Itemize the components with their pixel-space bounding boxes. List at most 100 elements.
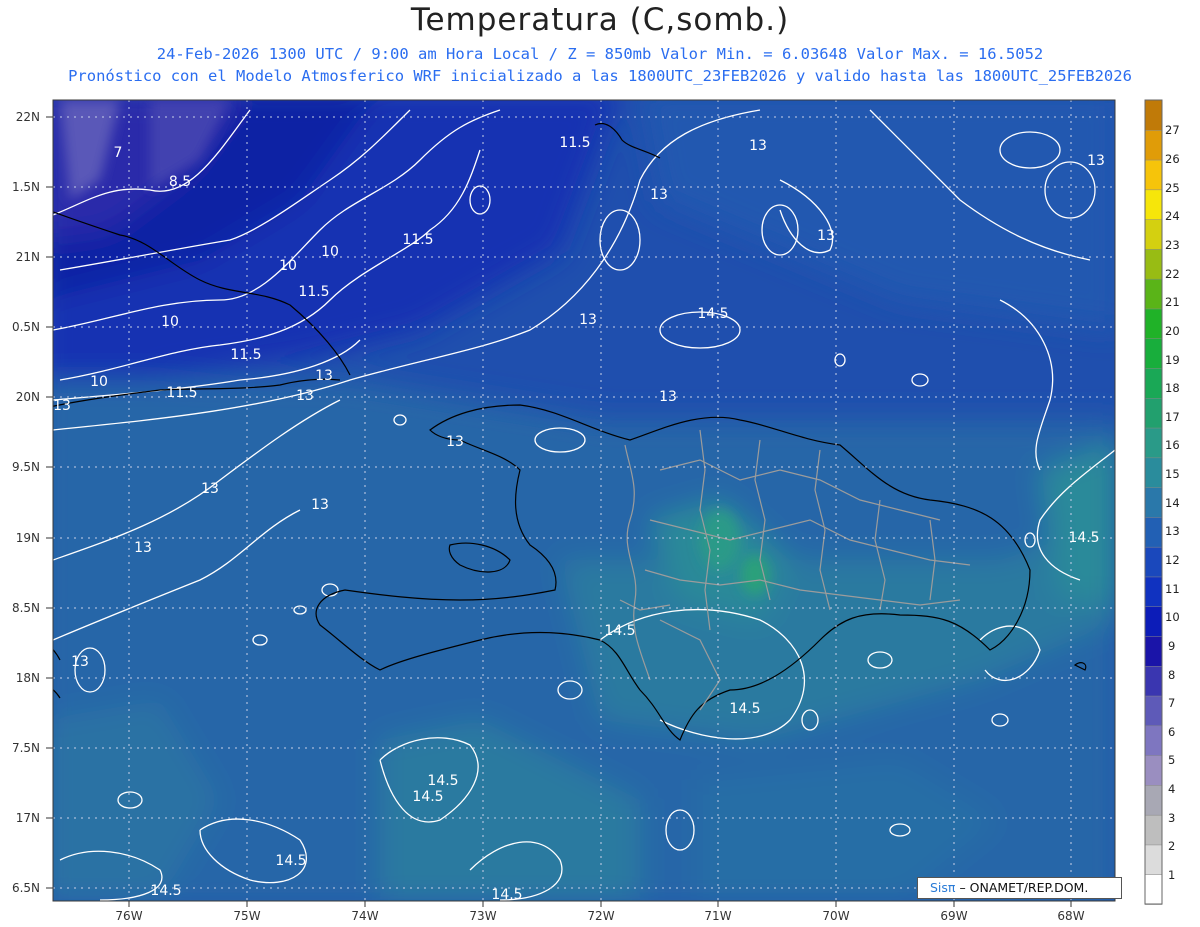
lat-label: 7.5N — [12, 741, 40, 755]
contour-label: 8.5 — [169, 174, 191, 190]
contour-label: 13 — [201, 481, 219, 497]
colorbar-swatch — [1144, 635, 1163, 667]
colorbar-swatch — [1144, 844, 1163, 875]
contour-label: 10 — [161, 314, 179, 330]
latitude-axis: 22N 1.5N 21N 0.5N 20N 9.5N 19N 8.5N 18N … — [12, 110, 40, 895]
colorbar-tick: 7 — [1168, 696, 1175, 710]
contour-label: 13 — [749, 138, 767, 154]
colorbar-swatch — [1144, 695, 1163, 727]
contour-label: 10 — [90, 374, 108, 390]
sispi-logo: Sisπ — [930, 880, 956, 895]
contour-label: 14.5 — [427, 773, 458, 789]
contour-label: 11.5 — [559, 135, 590, 151]
contour-label: 14.5 — [729, 701, 760, 717]
lon-label: 75W — [233, 909, 260, 923]
contour-label: 13 — [579, 312, 597, 328]
lon-label: 70W — [822, 909, 849, 923]
colorbar-tick: 6 — [1168, 725, 1175, 739]
contour-label: 13 — [134, 540, 152, 556]
lat-label: 20N — [16, 390, 40, 404]
colorbar-swatch — [1144, 248, 1163, 280]
colorbar-swatch — [1144, 159, 1163, 191]
colorbar-tick: 26 — [1165, 152, 1180, 166]
colorbar-swatch — [1144, 576, 1163, 607]
contour-label: 11.5 — [402, 232, 433, 248]
lon-label: 68W — [1057, 909, 1084, 923]
lat-label: 22N — [16, 110, 40, 124]
contour-label: 13 — [1087, 153, 1105, 169]
colorbar-tick: 9 — [1168, 639, 1175, 653]
source-text: – ONAMET/REP.DOM. — [959, 880, 1089, 895]
colorbar-tick: 8 — [1168, 668, 1175, 682]
colorbar-swatch — [1144, 516, 1163, 548]
colorbar-tick: 2 — [1168, 839, 1175, 853]
colorbar-tick: 25 — [1165, 181, 1180, 195]
colorbar-swatch — [1144, 367, 1163, 399]
colorbar-swatch — [1144, 665, 1163, 697]
contour-label: 11.5 — [230, 347, 261, 363]
lon-label: 71W — [704, 909, 731, 923]
colorbar-swatch — [1144, 189, 1163, 220]
colorbar-tick: 21 — [1165, 295, 1180, 309]
contour-label: 14.5 — [604, 623, 635, 639]
colorbar-swatch — [1144, 308, 1163, 339]
lat-label: 0.5N — [12, 320, 40, 334]
lon-label: 76W — [115, 909, 142, 923]
colorbar-swatch — [1144, 873, 1163, 905]
contour-label: 10 — [321, 244, 339, 260]
lat-label: 9.5N — [12, 460, 40, 474]
lat-label: 19N — [16, 531, 40, 545]
colorbar-tick: 3 — [1168, 811, 1175, 825]
colorbar-swatch — [1144, 457, 1163, 488]
colorbar-swatch — [1144, 397, 1163, 429]
contour-label: 13 — [659, 389, 677, 405]
colorbar-swatch — [1144, 486, 1163, 518]
source-badge: Sisπ – ONAMET/REP.DOM. — [917, 877, 1122, 899]
contour-label: 11.5 — [166, 385, 197, 401]
colorbar-tick: 14 — [1165, 496, 1180, 510]
contour-label: 13 — [296, 388, 314, 404]
colorbar-swatch — [1144, 814, 1163, 846]
lat-label: 6.5N — [12, 881, 40, 895]
colorbar-tick: 20 — [1165, 324, 1180, 338]
colorbar-swatch — [1144, 754, 1163, 786]
lon-label: 73W — [469, 909, 496, 923]
lon-label: 72W — [587, 909, 614, 923]
colorbar-tick: 10 — [1165, 610, 1180, 624]
colorbar-tick: 5 — [1168, 753, 1175, 767]
colorbar-tick: 4 — [1168, 782, 1175, 796]
lat-label: 17N — [16, 811, 40, 825]
lat-label: 18N — [16, 671, 40, 685]
contour-label: 14.5 — [1068, 530, 1099, 546]
contour-label: 13 — [71, 654, 89, 670]
contour-label: 14.5 — [412, 789, 443, 805]
colorbar: 1 2 3 4 5 6 7 8 9 10 11 12 13 14 15 16 1… — [1144, 99, 1180, 905]
contour-label: 14.5 — [150, 883, 181, 899]
colorbar-tick: 27 — [1165, 123, 1180, 137]
colorbar-swatch — [1144, 218, 1163, 250]
colorbar-swatch — [1144, 546, 1163, 578]
contour-label: 14.5 — [697, 306, 728, 322]
lat-label: 1.5N — [12, 180, 40, 194]
lon-label: 74W — [351, 909, 378, 923]
colorbar-swatch — [1144, 99, 1163, 131]
lat-label: 8.5N — [12, 601, 40, 615]
lat-label: 21N — [16, 250, 40, 264]
contour-label: 10 — [279, 258, 297, 274]
colorbar-tick: 17 — [1165, 410, 1180, 424]
colorbar-tick: 1 — [1168, 868, 1175, 882]
colorbar-tick: 12 — [1165, 553, 1180, 567]
contour-label: 13 — [315, 368, 333, 384]
colorbar-swatch — [1144, 337, 1163, 369]
colorbar-swatch — [1144, 129, 1163, 161]
colorbar-tick: 19 — [1165, 353, 1180, 367]
contour-label: 11.5 — [298, 284, 329, 300]
contour-label: 14.5 — [275, 853, 306, 869]
contour-label: 13 — [817, 228, 835, 244]
colorbar-tick: 15 — [1165, 467, 1180, 481]
contour-label: 7 — [114, 145, 123, 161]
colorbar-tick: 13 — [1165, 524, 1180, 538]
colorbar-tick: 18 — [1165, 381, 1180, 395]
contour-label: 13 — [650, 187, 668, 203]
colorbar-swatch — [1144, 278, 1163, 310]
